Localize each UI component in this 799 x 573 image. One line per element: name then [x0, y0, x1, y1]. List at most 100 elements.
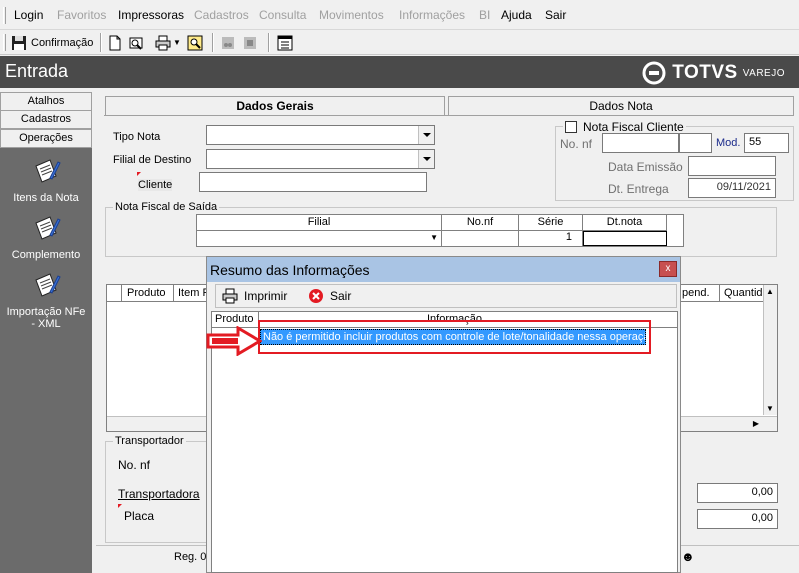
confirm-label: Confirmação — [31, 36, 94, 49]
total-value-1-text: 0,00 — [751, 486, 773, 498]
menu-sair[interactable]: Sair — [545, 8, 566, 22]
confirm-button[interactable]: Confirmação — [11, 33, 93, 52]
nf-saida-title: Nota Fiscal de Saída — [113, 201, 220, 213]
col-produto: Produto — [127, 287, 166, 299]
calendar-button[interactable] — [277, 33, 293, 52]
tipo-nota-combo[interactable] — [206, 125, 435, 145]
sidebar-operacoes[interactable]: Operações — [0, 129, 92, 148]
annotation-highlight-box — [258, 320, 651, 354]
col-serie: Série — [519, 215, 583, 231]
shortcut-complemento[interactable]: Complemento — [0, 213, 92, 261]
imprimir-label: Imprimir — [244, 289, 288, 303]
nota-fiscal-cliente-check[interactable]: Nota Fiscal Cliente — [563, 120, 686, 134]
toolbar-grip — [3, 34, 6, 51]
search-button[interactable] — [187, 33, 203, 52]
annotation-arrow-icon — [206, 326, 262, 356]
printer-icon — [155, 35, 171, 51]
chevron-down-icon[interactable] — [418, 126, 434, 144]
dialog-toolbar: Imprimir Sair — [215, 284, 677, 308]
scroll-up-icon[interactable]: ▲ — [766, 287, 774, 296]
menu-movimentos[interactable]: Movimentos — [319, 8, 384, 22]
print-button[interactable]: ▼ — [155, 33, 181, 52]
scroll-right-icon[interactable]: ▶ — [753, 419, 759, 428]
cell-filial[interactable]: ▼ — [197, 231, 442, 246]
resumo-dialog: Resumo das Informações x Imprimir Sair P… — [206, 256, 681, 573]
dt-entrega-label: Dt. Entrega — [608, 182, 669, 196]
menu-consulta[interactable]: Consulta — [259, 8, 306, 22]
exit-icon — [308, 288, 324, 304]
filial-destino-combo[interactable] — [206, 149, 435, 169]
shortcut-itens-nota[interactable]: Itens da Nota — [0, 156, 92, 204]
window-title: Entrada — [5, 61, 69, 81]
total-value-1[interactable]: 0,00 — [697, 483, 778, 503]
menu-login[interactable]: Login — [14, 8, 43, 22]
col-filial: Filial — [197, 215, 442, 231]
menu-informacoes[interactable]: Informações — [399, 8, 465, 22]
chevron-down-icon[interactable] — [418, 150, 434, 168]
col-pend: pend. — [682, 287, 710, 299]
totvs-logo: TOTVS VAREJO — [642, 61, 785, 85]
menu-favoritos[interactable]: Favoritos — [57, 8, 106, 22]
checkbox-label: Nota Fiscal Cliente — [583, 120, 684, 134]
tab-dados-nota[interactable]: Dados Nota — [448, 96, 794, 116]
col-item: Item F — [178, 287, 210, 299]
cliente-input[interactable] — [199, 172, 427, 192]
imprimir-button[interactable]: Imprimir — [222, 288, 287, 304]
cut-icon — [220, 35, 236, 51]
sidebar-atalhos[interactable]: Atalhos — [0, 92, 92, 111]
copy-icon — [242, 35, 258, 51]
total-value-2[interactable]: 0,00 — [697, 509, 778, 529]
copy-button — [242, 33, 258, 52]
dialog-titlebar[interactable]: Resumo das Informações — [207, 257, 680, 282]
save-icon — [11, 35, 27, 51]
transportador-title: Transportador — [113, 435, 186, 447]
toolbar-separator — [212, 33, 214, 52]
document-pen-icon — [30, 213, 62, 245]
tab-divider — [104, 115, 794, 116]
data-emissao-input[interactable] — [688, 156, 776, 176]
scroll-down-icon[interactable]: ▼ — [766, 404, 774, 413]
serie-input[interactable] — [679, 133, 712, 153]
sidebar-cadastros[interactable]: Cadastros — [0, 110, 92, 129]
mod-input[interactable]: 55 — [744, 133, 789, 153]
sair-label: Sair — [330, 289, 352, 303]
menu-bi[interactable]: BI — [479, 8, 490, 22]
print-preview-button[interactable] — [128, 33, 144, 52]
sair-button[interactable]: Sair — [308, 288, 351, 304]
menu-grip — [3, 7, 6, 24]
cell-no-nf[interactable] — [442, 231, 519, 246]
dt-entrega-input[interactable]: 09/11/2021 — [688, 178, 776, 198]
scrollbar-vertical[interactable]: ▲ ▼ — [763, 285, 777, 415]
cell-dt-nota[interactable] — [583, 231, 667, 246]
data-emissao-label: Data Emissão — [608, 160, 683, 174]
dialog-title: Resumo das Informações — [210, 262, 370, 278]
no-nf-label: No. nf — [560, 137, 593, 151]
shortcut-importacao-nfe[interactable]: Importação NFe - XML — [0, 270, 92, 330]
user-icon: ☻ — [681, 549, 695, 564]
brand-subtitle: VAREJO — [742, 67, 785, 79]
chevron-down-icon[interactable]: ▼ — [430, 233, 438, 242]
menu-impressoras[interactable]: Impressoras — [118, 8, 184, 22]
tab-dados-gerais[interactable]: Dados Gerais — [105, 96, 445, 116]
new-document-button[interactable] — [107, 33, 123, 52]
toolbar-separator — [268, 33, 270, 52]
transportadora-link[interactable]: Transportadora — [118, 487, 200, 501]
print-dropdown-icon[interactable]: ▼ — [173, 38, 181, 47]
menu-cadastros[interactable]: Cadastros — [194, 8, 249, 22]
printer-icon — [222, 288, 238, 304]
dt-entrega-value: 09/11/2021 — [716, 181, 771, 193]
checkbox[interactable] — [565, 121, 577, 133]
cut-button — [220, 33, 236, 52]
no-nf-input[interactable] — [602, 133, 679, 153]
brand-name: TOTVS — [672, 62, 738, 83]
mod-label: Mod. — [716, 137, 741, 149]
menu-ajuda[interactable]: Ajuda — [501, 8, 532, 22]
print-preview-icon — [128, 35, 144, 51]
menu-bar: Login Favoritos Impressoras Cadastros Co… — [0, 0, 799, 30]
cell-serie[interactable]: 1 — [519, 231, 583, 246]
required-marker — [118, 504, 122, 508]
total-value-2-text: 0,00 — [751, 512, 773, 524]
transp-no-nf-label: No. nf — [118, 458, 151, 472]
placa-label: Placa — [124, 509, 155, 523]
close-button[interactable]: x — [659, 261, 677, 277]
